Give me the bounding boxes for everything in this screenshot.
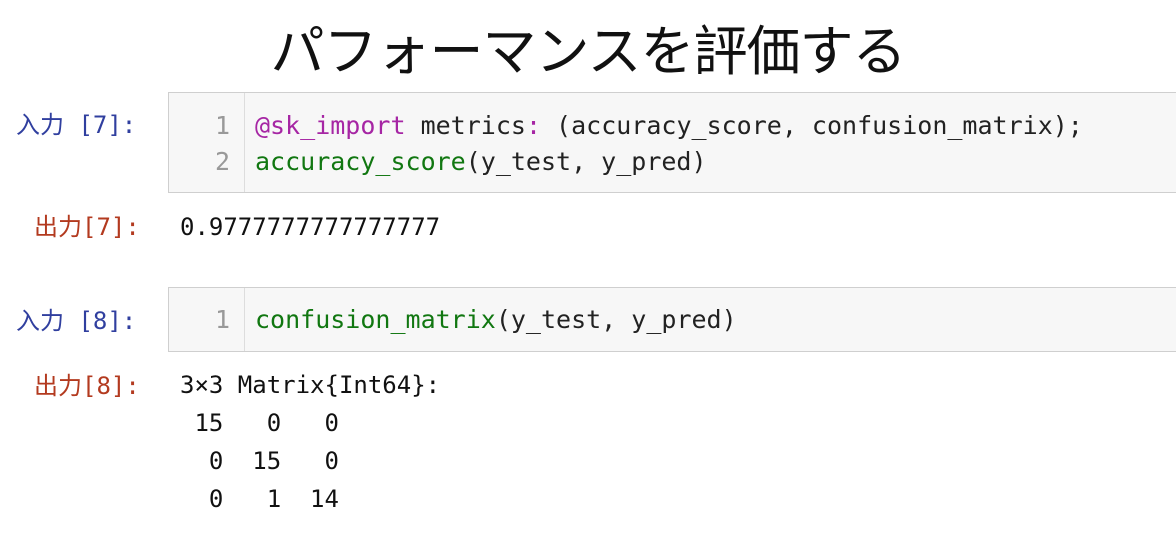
code-line[interactable]: accuracy_score(y_test, y_pred) — [255, 145, 707, 179]
line-number-gutter: 1 — [169, 288, 245, 351]
function-token: accuracy_score — [255, 147, 466, 176]
slide-title: パフォーマンスを評価する — [270, 20, 907, 83]
code-line[interactable]: @sk_import metrics: (accuracy_score, con… — [255, 109, 1083, 143]
output-prompt-8: 出力[8]: — [34, 372, 140, 400]
output-line: 15 0 0 — [180, 409, 339, 437]
function-token: confusion_matrix — [255, 305, 496, 334]
line-number-gutter: 1 2 — [169, 93, 245, 192]
operator-token: : — [525, 111, 541, 140]
line-number: 1 — [214, 111, 230, 140]
output-line: 0 15 0 — [180, 447, 339, 475]
input-prompt-8: 入力 [8]: — [16, 307, 137, 335]
code-token: (y_test, y_pred) — [465, 147, 707, 176]
line-number: 1 — [214, 305, 230, 334]
code-token: (y_test, y_pred) — [495, 305, 737, 334]
output-line: 0 1 14 — [180, 485, 339, 513]
output-prompt-7: 出力[7]: — [34, 213, 140, 241]
code-token: metrics — [405, 111, 526, 140]
code-token: (accuracy_score, confusion_matrix); — [541, 111, 1083, 140]
output-line: 3×3 Matrix{Int64}: — [180, 371, 441, 399]
code-cell-7[interactable]: 1 2 @sk_import metrics: (accuracy_score,… — [168, 92, 1176, 193]
output-text-7: 0.9777777777777777 — [180, 213, 441, 241]
input-prompt-7: 入力 [7]: — [16, 111, 137, 139]
code-line[interactable]: confusion_matrix(y_test, y_pred) — [255, 303, 737, 337]
macro-token: @sk_import — [255, 111, 406, 140]
line-number: 2 — [214, 147, 230, 176]
code-cell-8[interactable]: 1 confusion_matrix(y_test, y_pred) — [168, 287, 1176, 352]
